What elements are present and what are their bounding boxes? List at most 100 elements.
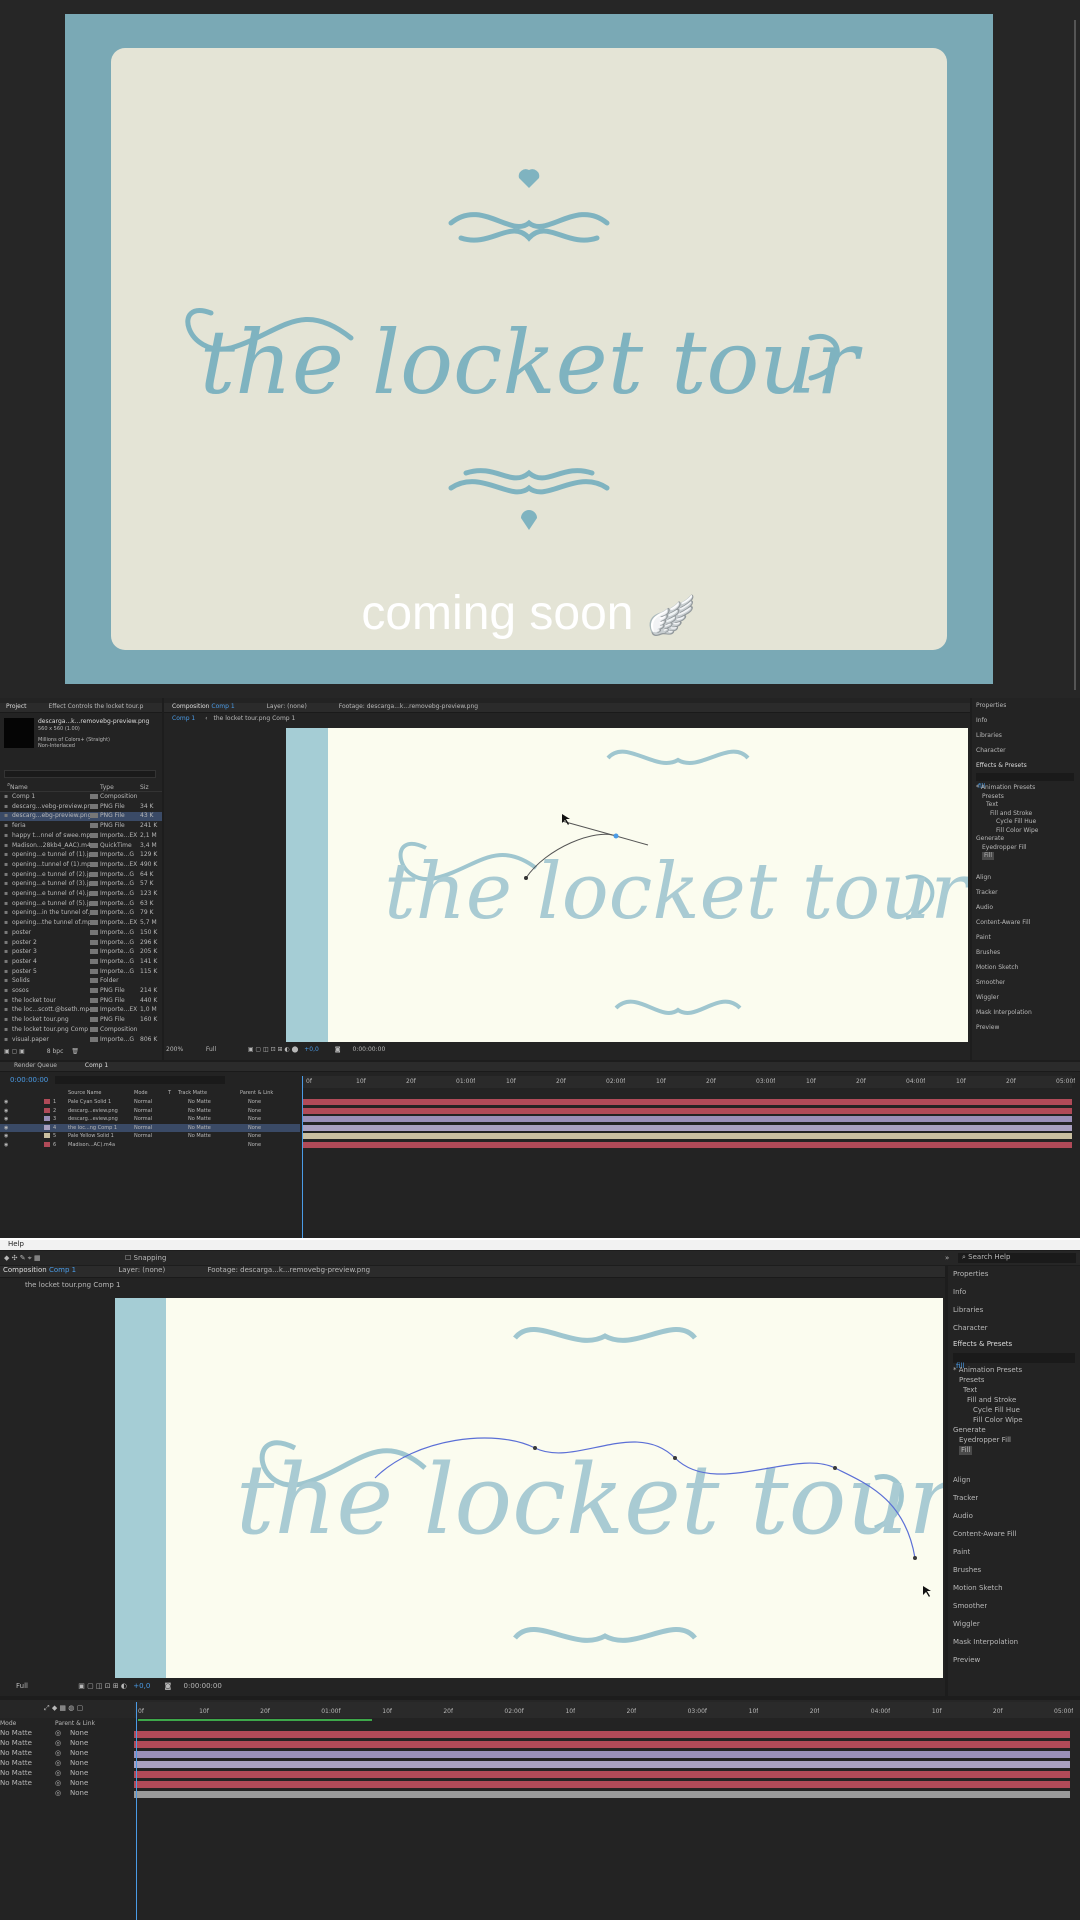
effects-tree-item[interactable]: Fill <box>959 1446 973 1455</box>
project-item[interactable]: ▪ opening...e tunnel of (3).jpg Importe...… <box>0 880 162 889</box>
comp-timecode[interactable]: 0:00:00:00 <box>352 1046 385 1053</box>
link-icon[interactable]: ◎ <box>55 1779 61 1788</box>
layer-row-2[interactable]: ◎ None <box>0 1789 130 1799</box>
project-item[interactable]: ▪ opening...the tunnel of.mp4 Importe...EX… <box>0 919 162 928</box>
layer-parent-select[interactable]: None <box>248 1098 261 1106</box>
layer-row[interactable]: ◉ 3 descarg...eview.png Normal No Matte None <box>0 1115 300 1124</box>
tab-layer-2[interactable]: Layer: (none) <box>118 1266 165 1274</box>
workspace-overflow-icon[interactable]: » <box>945 1254 949 1263</box>
project-item[interactable]: ▪ poster 4 Importe...G 141 K <box>0 958 162 967</box>
project-item[interactable]: ▪ happy t...nnel of swee.mp4 Importe...EX 2… <box>0 832 162 841</box>
layer-parent-select-2[interactable]: None <box>70 1749 88 1758</box>
project-item[interactable]: ▪ opening...e tunnel of (4).jpg Importe...… <box>0 890 162 899</box>
layer-duration-bar-2[interactable] <box>134 1761 1070 1768</box>
panel-paint[interactable]: Paint <box>953 1548 970 1557</box>
layer-name[interactable]: Madison...AC).m4a <box>68 1141 130 1149</box>
effects-tree-item[interactable]: Generate <box>976 835 1004 843</box>
layer-duration-bar-2[interactable] <box>134 1791 1070 1798</box>
col-parent[interactable]: Parent & Link <box>240 1089 273 1097</box>
layer-name[interactable]: descarg...eview.png <box>68 1115 130 1123</box>
project-item[interactable]: ▪ descarg...ebg-preview.png PNG File 43 K <box>0 812 162 821</box>
layer-row-2[interactable]: No Matte ◎ None <box>0 1729 130 1739</box>
layer-row[interactable]: ◉ 4 the loc...ng Comp 1 Normal No Matte None <box>0 1123 300 1132</box>
tab-comp-name[interactable]: Comp 1 <box>211 703 234 710</box>
layer-parent-select-2[interactable]: None <box>70 1769 88 1778</box>
effects-tree-item[interactable]: Text <box>963 1386 977 1395</box>
layer-matte-select-2[interactable]: No Matte <box>0 1759 32 1768</box>
col-source-name[interactable]: Source Name <box>68 1089 102 1097</box>
layer-row[interactable]: ◉ 5 Pale Yellow Solid 1 Normal No Matte None <box>0 1132 300 1141</box>
col-parent-2[interactable]: Parent & Link <box>55 1720 95 1728</box>
panel-audio[interactable]: Audio <box>953 1512 973 1521</box>
project-item[interactable]: ▪ the locket tour PNG File 440 K <box>0 997 162 1006</box>
effects-tree-item[interactable]: * Animation Presets <box>953 1366 1022 1375</box>
link-icon[interactable]: ◎ <box>55 1789 61 1798</box>
panel-tracker[interactable]: Tracker <box>976 889 998 897</box>
panel-tracker[interactable]: Tracker <box>953 1494 978 1503</box>
effects-tree-item[interactable]: Eyedropper Fill <box>982 844 1027 852</box>
panel-properties[interactable]: Properties <box>953 1270 988 1279</box>
col-mode-2[interactable]: Mode <box>0 1720 16 1728</box>
project-item[interactable]: ▪ poster 2 Importe...G 296 K <box>0 939 162 948</box>
tab-footage[interactable]: Footage: descarga...k...removebg-preview… <box>339 703 478 710</box>
project-item[interactable]: ▪ the loc...scott.@bseth.mp4 Importe...EX 1… <box>0 1006 162 1015</box>
tab-footage-2[interactable]: Footage: descarga...k...removebg-preview… <box>207 1266 370 1274</box>
visibility-eye-icon[interactable]: ◉ <box>4 1124 8 1132</box>
panel-smoother[interactable]: Smoother <box>976 979 1005 987</box>
effects-tree-item[interactable]: Fill and Stroke <box>967 1396 1016 1405</box>
exposure-value-2[interactable]: +0,0 <box>133 1682 150 1690</box>
layer-parent-select[interactable]: None <box>248 1107 261 1115</box>
snapping-checkbox[interactable]: ☐ Snapping <box>125 1254 166 1263</box>
panel-info[interactable]: Info <box>953 1288 966 1297</box>
panel-libraries[interactable]: Libraries <box>953 1306 983 1315</box>
layer-matte-select-2[interactable]: No Matte <box>0 1749 32 1758</box>
layer-mode-select[interactable]: Normal <box>134 1115 152 1123</box>
layer-row-2[interactable]: No Matte ◎ None <box>0 1739 130 1749</box>
tab-composition-2[interactable]: Composition <box>3 1266 47 1274</box>
breadcrumb-comp1[interactable]: Comp 1 <box>172 715 195 722</box>
panel-audio[interactable]: Audio <box>976 904 993 912</box>
layer-label-swatch[interactable] <box>44 1124 50 1130</box>
effects-tree-item[interactable]: Cycle Fill Hue <box>996 818 1036 826</box>
link-icon[interactable]: ◎ <box>55 1769 61 1778</box>
project-item[interactable]: ▪ sosos PNG File 214 K <box>0 987 162 996</box>
panel-preview[interactable]: Preview <box>953 1656 980 1665</box>
effects-presets-header-2[interactable]: Effects & Presets <box>953 1340 1012 1349</box>
link-icon[interactable]: ◎ <box>55 1759 61 1768</box>
comp2-breadcrumb[interactable]: the locket tour.png Comp 1 <box>25 1281 120 1290</box>
project-item[interactable]: ▪ poster Importe...G 150 K <box>0 929 162 938</box>
view-icons[interactable]: ▣ ▢ ◫ ⊡ ⊞ ◐ ⬤ <box>248 1046 298 1053</box>
layer-parent-select[interactable]: None <box>248 1141 261 1149</box>
tab-composition[interactable]: Composition <box>172 703 209 710</box>
video-scrollbar[interactable] <box>1074 20 1076 690</box>
visibility-eye-icon[interactable]: ◉ <box>4 1098 8 1106</box>
panel-smoother[interactable]: Smoother <box>953 1602 987 1611</box>
panel-motion-sketch[interactable]: Motion Sketch <box>953 1584 1003 1593</box>
layer-duration-bar-2[interactable] <box>134 1781 1070 1788</box>
layer-row-2[interactable]: No Matte ◎ None <box>0 1779 130 1789</box>
timeline2-tool-icons[interactable]: ⤢ ◆ ▦ ◍ ▢ <box>44 1704 83 1713</box>
panel-preview[interactable]: Preview <box>976 1024 999 1032</box>
effects-tree-item[interactable]: * Animation Presets <box>976 784 1035 792</box>
layer-matte-select[interactable]: No Matte <box>188 1115 211 1123</box>
project-item[interactable]: ▪ visual.paper Importe...G 806 K <box>0 1036 162 1045</box>
panel-properties[interactable]: Properties <box>976 702 1006 710</box>
col-type[interactable]: Type <box>100 784 114 791</box>
layer-label-swatch[interactable] <box>44 1107 50 1113</box>
layer-matte-select[interactable]: No Matte <box>188 1132 211 1140</box>
view-icons-2[interactable]: ▣ ▢ ◫ ⊡ ⊞ ◐ <box>78 1682 127 1690</box>
layer-duration-bar[interactable] <box>302 1107 1072 1114</box>
layer-mode-select[interactable]: Normal <box>134 1098 152 1106</box>
effects-tree-item[interactable]: Eyedropper Fill <box>959 1436 1011 1445</box>
playhead[interactable] <box>302 1076 303 1238</box>
tool-icons[interactable]: ◆ ✣ ✎ ⌖ ▦ <box>4 1254 41 1263</box>
layer-duration-bar[interactable] <box>302 1099 1072 1105</box>
layer-mode-select[interactable]: Normal <box>134 1124 152 1132</box>
panel-brushes[interactable]: Brushes <box>953 1566 981 1575</box>
layer-row-2[interactable]: No Matte ◎ None <box>0 1759 130 1769</box>
effects-tree-item[interactable]: Fill Color Wipe <box>973 1416 1023 1425</box>
tab-render-queue[interactable]: Render Queue <box>14 1062 57 1069</box>
camera-icon-2[interactable]: ◙ <box>165 1682 172 1690</box>
layer-label-swatch[interactable] <box>44 1116 50 1121</box>
tab-comp-name-2[interactable]: Comp 1 <box>49 1266 76 1274</box>
